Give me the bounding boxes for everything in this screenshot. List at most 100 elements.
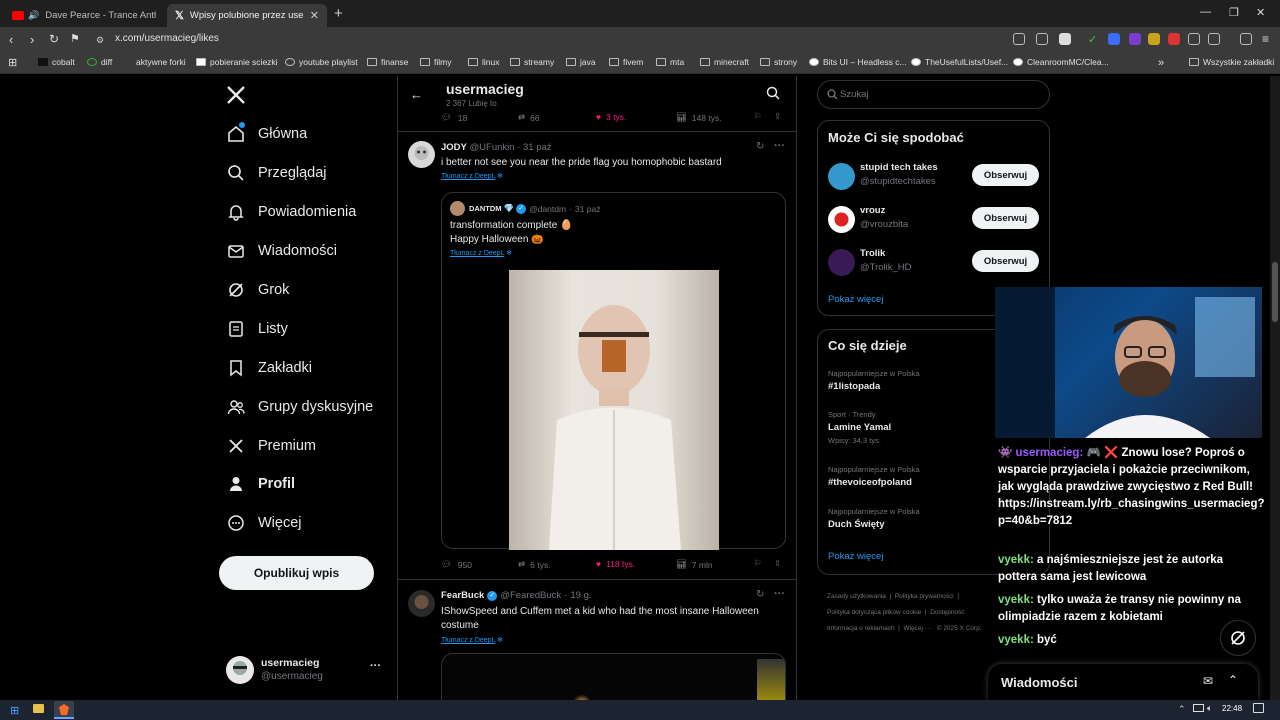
bookmark-folder[interactable]: minecraft [700, 57, 749, 67]
follow-button[interactable]: Obserwuj [972, 250, 1039, 272]
back-arrow-icon[interactable]: ← [410, 87, 423, 102]
back-button[interactable]: ‹ [9, 32, 13, 47]
cast-icon[interactable] [1013, 33, 1025, 45]
repost-stat[interactable]: ⇄ 66 [518, 112, 540, 123]
bookmark-folder[interactable]: streamy [510, 57, 554, 67]
check-ext-icon[interactable]: ✓ [1088, 33, 1100, 46]
notification-center-icon[interactable] [1253, 703, 1264, 713]
bookmark-item[interactable]: cobalt [38, 57, 75, 67]
nav-more[interactable]: Więcej [226, 513, 302, 533]
puzzle-icon[interactable] [1188, 33, 1200, 45]
browser-taskbar-button[interactable] [54, 701, 74, 719]
footer-link[interactable]: Informacja o reklamach [827, 625, 895, 632]
grok-icon[interactable]: ↻ [756, 589, 764, 600]
nav-notifications[interactable]: Powiadomienia [226, 202, 356, 222]
new-tab-button[interactable]: + [334, 5, 343, 22]
views-stat[interactable]: 📊︎ 148 tys. [676, 112, 722, 123]
site-settings-icon[interactable]: ⚙ [96, 35, 104, 46]
trend-item[interactable]: Najpopularniejsze w Polska #thevoiceofpo… [828, 465, 920, 488]
bookmark-page-icon[interactable]: ⚑ [70, 32, 80, 45]
like-stat[interactable]: ♥ 118 tys. [596, 559, 635, 569]
like-stat[interactable]: ♥ 3 tys. [596, 112, 626, 122]
scrollbar-thumb[interactable] [1272, 262, 1278, 322]
more-dots-icon[interactable]: ··· [774, 588, 785, 600]
forward-button[interactable]: › [30, 32, 34, 47]
suggestion-item[interactable]: vrouz @vrouzblta Obserwuj [828, 204, 1043, 236]
trend-item[interactable]: Najpopularniejsze w Polska #1listopada [828, 369, 920, 392]
bookmark-item[interactable]: pobieranie sciezki [196, 57, 278, 67]
grok-icon[interactable]: ↻ [756, 141, 764, 152]
footer-link[interactable]: Polityka dotycząca plików cookie [827, 609, 921, 616]
extension-icon[interactable] [1108, 33, 1120, 45]
messages-drawer[interactable]: Wiadomości ✉ ⌃ [988, 664, 1258, 700]
follow-button[interactable]: Obserwuj [972, 164, 1039, 186]
suggestion-item[interactable]: Trolik @Trolik_HD Obserwuj [828, 247, 1043, 279]
bookmark-item[interactable]: CleanroomMC/Clea... [1013, 57, 1109, 67]
suggestion-item[interactable]: stupid tech takes @stupidtechtakes Obser… [828, 161, 1043, 193]
bookmark-item[interactable]: youtube playlist [285, 57, 358, 67]
footer-link[interactable]: Zasady użytkowania [827, 593, 886, 600]
search-input[interactable]: Szukaj [817, 80, 1050, 109]
bookmark-item[interactable]: diff [87, 57, 112, 67]
grok-floating-button[interactable] [1220, 620, 1256, 656]
bookmark-folder[interactable]: finanse [367, 57, 408, 67]
nav-bookmarks[interactable]: Zakładki [226, 358, 312, 378]
close-window-button[interactable]: ✕ [1256, 6, 1265, 19]
x-logo-icon[interactable] [226, 85, 246, 105]
nav-grok[interactable]: Grok [226, 280, 289, 300]
bookmark-folder[interactable]: filmy [420, 57, 451, 67]
search-icon[interactable] [766, 86, 780, 100]
extension-icon[interactable] [1168, 33, 1180, 45]
translate-link[interactable]: Tłumacz z DeepL ❄ [441, 172, 503, 180]
media-icon[interactable] [1240, 33, 1252, 45]
bookmark-item[interactable]: aktywne forki [126, 57, 186, 67]
nav-profile[interactable]: Profil [226, 474, 295, 494]
volume-icon[interactable]: 🔈︎ [1207, 703, 1212, 714]
bookmark-icon[interactable]: ⚐ [754, 111, 762, 122]
post-button[interactable]: Opublikuj wpis [219, 556, 374, 590]
bookmark-icon[interactable]: ⚐ [754, 558, 762, 569]
extension-icon[interactable] [1129, 33, 1141, 45]
more-dots-icon[interactable]: ··· [774, 140, 785, 152]
bookmark-item[interactable]: TheUsefulLists/Usef... [911, 57, 1008, 67]
share-icon[interactable]: ⇪ [774, 111, 781, 122]
quote-tweet[interactable]: DANTDM 💎 ✓ @dantdm · 31 paź transformati… [441, 192, 786, 550]
repost-stat[interactable]: ⇄ 6 tys. [518, 559, 550, 570]
bookmark-folder[interactable]: Wszystkie zakładki [1189, 57, 1274, 67]
tray-chevron-icon[interactable]: ⌃ [1178, 704, 1186, 715]
new-message-icon[interactable]: ✉ [1203, 674, 1213, 688]
bookmark-item[interactable]: Bits UI – Headless c... [809, 57, 907, 67]
minimize-button[interactable]: — [1200, 6, 1211, 18]
tab-x-likes[interactable]: 𝕏 Wpisy polubione przez usermac ✕ [167, 4, 327, 27]
trend-item[interactable]: Sport · Trendy Lamine Yamal Wpisy: 34,3 … [828, 410, 891, 445]
tab-youtube[interactable]: 🔊 Dave Pearce - Trance Anthems 20 [4, 4, 164, 27]
bookmark-folder[interactable]: linux [468, 57, 499, 67]
menu-icon[interactable]: ≡ [1262, 32, 1269, 46]
sidebar-icon[interactable] [1208, 33, 1220, 45]
shield-icon[interactable] [1059, 33, 1071, 45]
nav-messages[interactable]: Wiadomości [226, 241, 337, 261]
reload-button[interactable]: ↻ [49, 32, 59, 46]
bookmark-folder[interactable]: java [566, 57, 596, 67]
show-more-link[interactable]: Pokaż więcej [828, 294, 883, 305]
more-bookmarks-icon[interactable]: » [1158, 57, 1164, 69]
account-switcher[interactable]: usermacieg @usermacieg ··· [226, 656, 396, 686]
translate-link[interactable]: Tłumacz z DeepL ❄ [450, 249, 512, 257]
start-icon[interactable]: ⊞ [10, 704, 19, 717]
network-icon[interactable] [1193, 704, 1204, 712]
close-tab-icon[interactable]: ✕ [310, 9, 319, 22]
apps-grid-icon[interactable]: ⊞ [8, 56, 17, 69]
url-field[interactable]: x.com/usermacieg/likes [115, 33, 219, 44]
share-icon[interactable] [1036, 33, 1048, 45]
nav-lists[interactable]: Listy [226, 319, 288, 339]
show-more-link[interactable]: Pokaż więcej [828, 551, 883, 562]
follow-button[interactable]: Obserwuj [972, 207, 1039, 229]
clock[interactable]: 22:48 [1222, 704, 1242, 713]
tweet-photo[interactable] [509, 270, 719, 550]
more-dots-icon[interactable]: ··· [370, 660, 381, 672]
nav-premium[interactable]: Premium [226, 436, 316, 456]
nav-explore[interactable]: Przeglądaj [226, 163, 327, 183]
share-icon[interactable]: ⇪ [774, 558, 781, 569]
footer-link[interactable]: Dostępność [930, 609, 964, 616]
tweet[interactable]: JODY @UFunkin · 31 paź ↻ ··· i better no… [398, 132, 796, 582]
